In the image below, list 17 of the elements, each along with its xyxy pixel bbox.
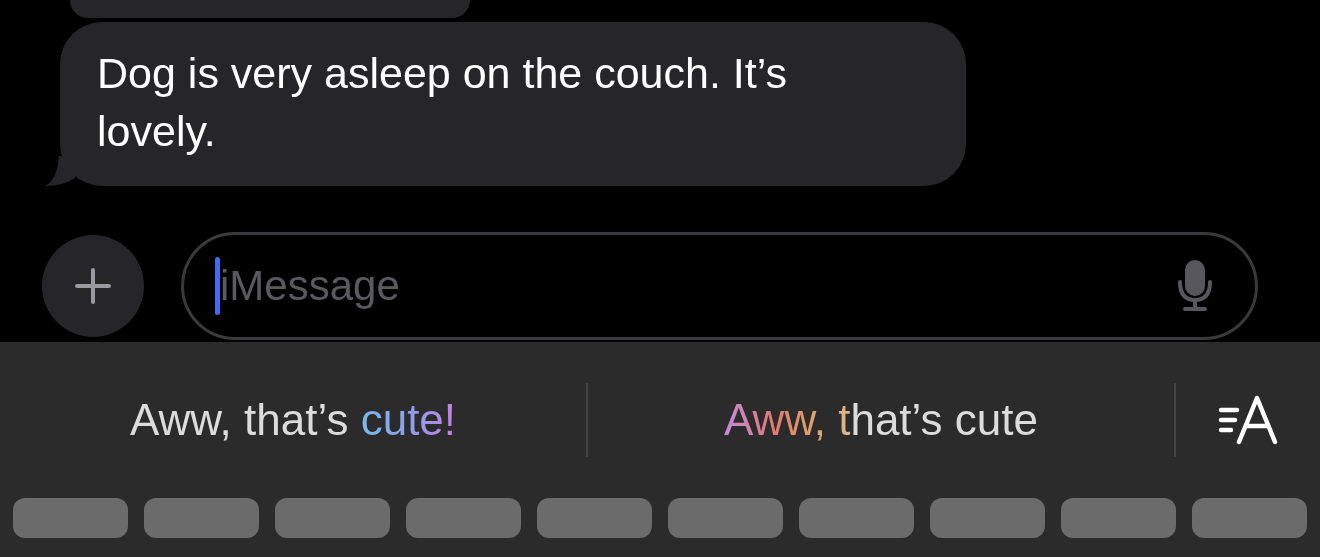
keyboard-key[interactable] bbox=[668, 498, 783, 538]
keyboard-key[interactable] bbox=[144, 498, 259, 538]
message-text: Dog is very asleep on the couch. It’s lovely. bbox=[97, 48, 788, 157]
keyboard-key[interactable] bbox=[1192, 498, 1307, 538]
suggestion[interactable]: Aww, that’s cute! bbox=[0, 395, 586, 445]
keyboard-key[interactable] bbox=[537, 498, 652, 538]
keyboard-key[interactable] bbox=[1061, 498, 1176, 538]
plus-icon bbox=[73, 266, 113, 306]
text-lines-icon bbox=[1217, 394, 1279, 446]
keyboard-key[interactable] bbox=[406, 498, 521, 538]
keyboard-key[interactable] bbox=[799, 498, 914, 538]
microphone-icon[interactable] bbox=[1177, 260, 1213, 312]
keyboard-key[interactable] bbox=[275, 498, 390, 538]
suggestion[interactable]: Aww, that’s cute bbox=[588, 395, 1174, 445]
keyboard-key[interactable] bbox=[930, 498, 1045, 538]
message-input-field[interactable]: iMessage bbox=[181, 232, 1258, 340]
keyboard-key[interactable] bbox=[13, 498, 128, 538]
